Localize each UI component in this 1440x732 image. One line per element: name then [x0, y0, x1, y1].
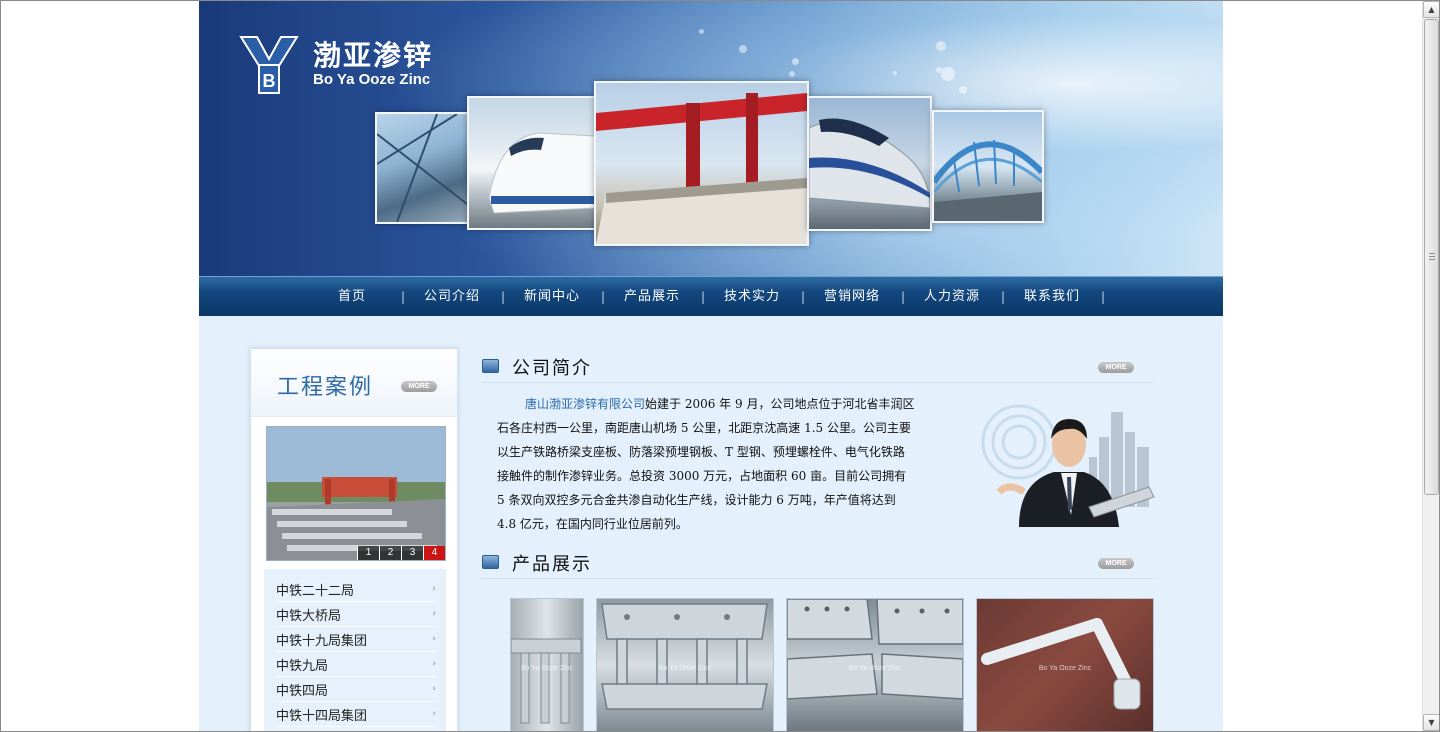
cases-list: 中铁二十二局 › 中铁大桥局 › 中铁十九局集团 › 中铁九局 › 中铁四局 › 中铁十四… — [264, 569, 446, 732]
case-slideshow-image[interactable]: 1 2 3 4 — [266, 426, 446, 561]
company-name-link[interactable]: 唐山渤亚渗锌有限公司 — [525, 397, 645, 411]
arrow-right-icon: › — [432, 709, 436, 719]
nav-home[interactable]: 首页 — [302, 277, 406, 317]
about-section-header: 公司简介 MORE — [482, 351, 1154, 383]
product-thumbnail[interactable]: Bo Ya Ooze Zinc — [510, 598, 584, 732]
logo-mark-icon: B — [239, 35, 299, 95]
nav-news[interactable]: 新闻中心 — [502, 277, 606, 317]
case-page-3[interactable]: 3 — [401, 546, 423, 560]
product-watermark: Bo Ya Ooze Zinc — [848, 665, 902, 672]
cases-sidebar: 工程案例 MORE 1 2 3 4 中铁二十二局 › 中铁大桥局 › 中铁十九局… — [250, 348, 458, 732]
nav-hr[interactable]: 人力资源 — [902, 277, 1006, 317]
products-section-header: 产品展示 MORE — [482, 547, 1154, 579]
businessman-illustration — [979, 397, 1159, 527]
list-item[interactable]: 中铁大桥局 › — [276, 602, 436, 627]
product-thumbnail[interactable]: Bo Ya Ooze Zinc — [976, 598, 1154, 732]
product-watermark: Bo Ya Ooze Zinc — [520, 665, 574, 672]
nav-technology[interactable]: 技术实力 — [702, 277, 806, 317]
scroll-up-icon[interactable]: ▲ — [1423, 1, 1440, 18]
product-watermark: Bo Ya Ooze Zinc — [658, 665, 712, 672]
main-nav: 首页 公司介绍 新闻中心 产品展示 技术实力 营销网络 人力资源 联系我们 — [199, 276, 1223, 317]
case-page-2[interactable]: 2 — [379, 546, 401, 560]
arrow-right-icon: › — [432, 634, 436, 644]
page: B 渤亚渗锌 Bo Ya Ooze Zinc 首页 | 公司介绍 | 新闻中心 … — [199, 1, 1223, 732]
product-thumbnail[interactable]: Bo Ya Ooze Zinc — [596, 598, 774, 732]
cases-more-button[interactable]: MORE — [401, 381, 437, 392]
banner-photo-crane — [594, 81, 809, 246]
list-item[interactable]: 中铁二十二局 › — [276, 577, 436, 602]
products-more-button[interactable]: MORE — [1098, 558, 1134, 569]
svg-text:B: B — [263, 71, 276, 91]
logo-name-en: Bo Ya Ooze Zinc — [313, 71, 431, 88]
section-bullet-icon — [482, 555, 499, 569]
nav-products[interactable]: 产品展示 — [602, 277, 706, 317]
vertical-scrollbar[interactable]: ▲ ▼ — [1422, 1, 1440, 731]
nav-about[interactable]: 公司介绍 — [402, 277, 506, 317]
product-thumbnail[interactable]: Bo Ya Ooze Zinc — [786, 598, 964, 732]
section-bullet-icon — [482, 359, 499, 373]
about-more-button[interactable]: MORE — [1098, 362, 1134, 373]
banner-photo-bridge-left — [375, 112, 469, 224]
about-title: 公司简介 — [512, 358, 592, 379]
list-item[interactable]: 中铁十四局集团 › — [276, 702, 436, 727]
products-title: 产品展示 — [512, 554, 592, 575]
arrow-right-icon: › — [432, 609, 436, 619]
list-item[interactable]: 中铁四局 › — [276, 677, 436, 702]
banner-photo-bridge-right — [931, 110, 1045, 223]
case-pager: 1 2 3 4 — [357, 546, 445, 560]
cases-title: 工程案例 — [277, 375, 374, 400]
about-text: 唐山渤亚渗锌有限公司始建于 2006 年 9 月，公司地点位于河北省丰润区石各庄… — [497, 392, 915, 536]
banner-photo-train — [467, 96, 597, 230]
case-page-4[interactable]: 4 — [423, 546, 445, 560]
product-gallery: Bo Ya Ooze Zinc Bo Ya Ooze Zinc Bo Ya Oo… — [510, 598, 1155, 732]
product-watermark: Bo Ya Ooze Zinc — [1038, 665, 1092, 672]
arrow-right-icon: › — [432, 584, 436, 594]
about-body: 始建于 2006 年 9 月，公司地点位于河北省丰润区石各庄村西一公里，南距唐山… — [497, 397, 915, 531]
logo-name-cn: 渤亚渗锌 — [313, 39, 434, 72]
company-logo[interactable]: B 渤亚渗锌 Bo Ya Ooze Zinc — [239, 35, 433, 95]
scroll-thumb[interactable] — [1424, 19, 1439, 495]
nav-contact[interactable]: 联系我们 — [1002, 277, 1106, 317]
case-page-1[interactable]: 1 — [357, 546, 379, 560]
banner-photo-bullet-train — [807, 96, 932, 231]
list-item[interactable]: 中铁十九局集团 › — [276, 627, 436, 652]
scroll-down-icon[interactable]: ▼ — [1423, 714, 1440, 731]
arrow-right-icon: › — [432, 684, 436, 694]
nav-sales-network[interactable]: 营销网络 — [802, 277, 906, 317]
list-item[interactable]: 中铁九局 › — [276, 652, 436, 677]
header-banner: B 渤亚渗锌 Bo Ya Ooze Zinc — [199, 1, 1223, 276]
cases-header: 工程案例 MORE — [251, 349, 457, 417]
arrow-right-icon: › — [432, 659, 436, 669]
